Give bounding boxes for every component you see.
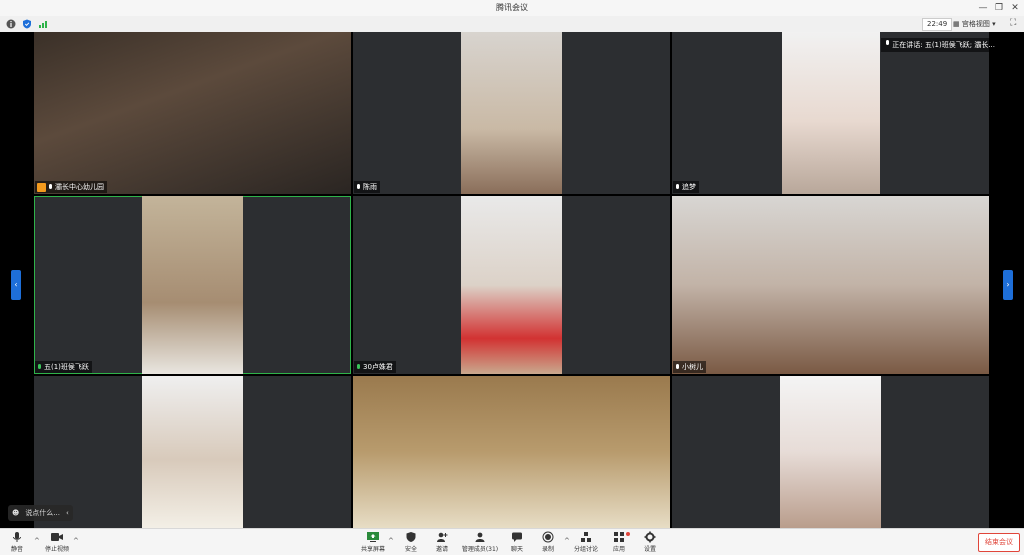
microphone-icon: [356, 183, 361, 191]
participant-name: 小树儿: [682, 363, 703, 371]
meeting-toolbar: 静音 ^ 停止视频 ^ 共享屏幕 ^ 安全 邀请 管理成员(31) 聊天 录制 …: [0, 528, 1024, 555]
stop-video-label: 停止视频: [44, 546, 69, 553]
manage-members-button[interactable]: 管理成员(31): [458, 531, 502, 553]
video-tile[interactable]: 30卢姝君: [353, 196, 670, 374]
view-label: 宫格视图: [961, 20, 990, 28]
microphone-icon: [675, 363, 680, 371]
microphone-icon: [37, 363, 42, 371]
manage-members-label: 管理成员(31): [461, 546, 499, 553]
participant-name-bar: 追梦: [673, 181, 699, 193]
participant-video: [461, 196, 562, 374]
minimize-icon[interactable]: —: [976, 1, 990, 15]
meeting-info-bar: 22:49 ▦ 宫格视图 ▾ ⛶: [0, 16, 1024, 33]
info-icon[interactable]: [6, 19, 16, 29]
participant-name-bar: 五(1)班侯飞跃: [35, 361, 92, 373]
microphone-icon: [885, 40, 890, 47]
video-tile[interactable]: 灞长中心幼儿园: [34, 32, 351, 194]
shield-icon[interactable]: [22, 19, 32, 29]
participant-name: 30卢姝君: [363, 363, 393, 371]
microphone-icon: [675, 183, 680, 191]
video-options-chevron-icon[interactable]: ^: [73, 537, 79, 545]
gear-icon: [644, 531, 656, 543]
microphone-icon: [48, 183, 53, 191]
window-title: 腾讯会议: [496, 3, 528, 12]
apps-label: 应用: [612, 546, 625, 553]
breakout-rooms-label: 分组讨论: [573, 546, 598, 553]
speaking-text: 正在讲话: 五(1)班侯飞跃; 灞长...: [892, 41, 995, 49]
chat-placeholder: 说点什么...: [25, 509, 60, 517]
collapse-chevron-icon[interactable]: ‹: [66, 505, 69, 521]
participant-name: 灞长中心幼儿园: [55, 183, 104, 191]
participant-name: 追梦: [682, 183, 696, 191]
video-grid: 灞长中心幼儿园 陈雨 追梦 五(1)班侯飞跃 30卢姝君 小树儿 正在讲话: 五…: [0, 32, 1024, 528]
participant-video: [353, 376, 670, 528]
end-meeting-button[interactable]: 结束会议: [978, 533, 1020, 552]
signal-icon: [39, 21, 47, 28]
invite-label: 邀请: [435, 546, 448, 553]
participant-video: [34, 32, 351, 194]
speaking-indicator: 正在讲话: 五(1)班侯飞跃; 灞长...: [881, 38, 1009, 52]
mute-button[interactable]: 静音: [0, 531, 37, 553]
participant-name-bar: 小树儿: [673, 361, 706, 373]
chat-input-pill[interactable]: ☻ 说点什么... ‹: [8, 505, 73, 521]
breakout-icon: [581, 532, 591, 542]
invite-button[interactable]: 邀请: [422, 531, 462, 553]
view-switch-button[interactable]: ▦ 宫格视图 ▾: [953, 18, 996, 30]
share-screen-icon: [367, 532, 379, 542]
shield-icon: [406, 532, 416, 542]
settings-label: 设置: [643, 546, 656, 553]
participant-name-bar: 灞长中心幼儿园: [35, 181, 107, 193]
participant-name-bar: 30卢姝君: [354, 361, 396, 373]
record-icon: [542, 531, 554, 543]
chat-label: 聊天: [510, 546, 523, 553]
settings-button[interactable]: 设置: [630, 531, 670, 553]
participant-video: [780, 376, 881, 528]
prev-page-button[interactable]: ‹: [11, 270, 21, 300]
grid-view-icon: ▦: [953, 20, 960, 28]
video-tile[interactable]: [353, 376, 670, 528]
participant-name: 五(1)班侯飞跃: [44, 363, 89, 371]
close-icon[interactable]: ✕: [1008, 1, 1022, 15]
chevron-down-icon: ▾: [992, 20, 996, 28]
video-tile[interactable]: 小树儿: [672, 196, 989, 374]
fullscreen-icon[interactable]: ⛶: [1010, 18, 1016, 28]
video-tile[interactable]: 追梦: [672, 32, 989, 194]
participant-video: [672, 196, 989, 374]
participant-video: [461, 32, 562, 194]
security-label: 安全: [404, 546, 417, 553]
chat-icon: [512, 532, 522, 542]
meeting-time: 22:49: [922, 18, 953, 31]
participant-video: [142, 196, 243, 374]
apps-icon: [614, 532, 624, 542]
microphone-icon: [13, 532, 21, 542]
host-icon: [37, 182, 46, 192]
restore-icon[interactable]: ❐: [992, 1, 1006, 15]
title-bar: 腾讯会议 — ❐ ✕: [0, 0, 1024, 17]
participant-video: [142, 376, 243, 528]
record-button[interactable]: 录制: [528, 531, 568, 553]
record-label: 录制: [541, 546, 554, 553]
chat-bubble-icon: ☻: [12, 509, 20, 517]
participant-name-bar: 陈雨: [354, 181, 380, 193]
share-screen-button[interactable]: 共享屏幕: [353, 531, 393, 553]
participant-name: 陈雨: [363, 183, 377, 191]
microphone-icon: [356, 363, 361, 371]
stop-video-button[interactable]: 停止视频: [37, 531, 77, 553]
mute-label: 静音: [10, 546, 23, 553]
next-page-button[interactable]: ›: [1003, 270, 1013, 300]
members-icon: [475, 532, 485, 542]
add-user-icon: [437, 532, 448, 542]
participant-video: [782, 32, 880, 194]
video-tile[interactable]: [34, 376, 351, 528]
video-tile[interactable]: [672, 376, 989, 528]
video-tile[interactable]: 陈雨: [353, 32, 670, 194]
camera-icon: [51, 533, 63, 541]
video-tile-active-speaker[interactable]: 五(1)班侯飞跃: [34, 196, 351, 374]
share-screen-label: 共享屏幕: [360, 546, 385, 553]
